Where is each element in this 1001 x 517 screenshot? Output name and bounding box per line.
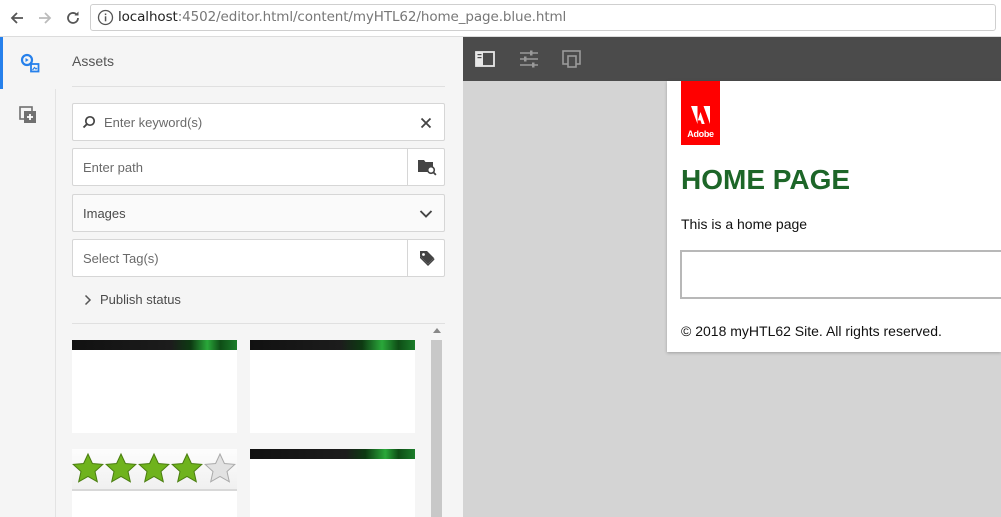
adobe-logo-text: Adobe (687, 129, 714, 139)
tags-icon (419, 251, 434, 266)
scrollbar[interactable] (431, 328, 443, 517)
chevron-right-icon (84, 294, 92, 305)
divider (72, 323, 445, 324)
side-rail (0, 37, 56, 517)
banner-image (72, 340, 237, 350)
url-text: localhost:4502/editor.html/content/myHTL… (118, 9, 566, 25)
back-button[interactable] (5, 6, 29, 30)
tags-field[interactable]: Select Tag(s) (72, 239, 445, 277)
sliders-icon (520, 50, 538, 68)
search-placeholder: Enter keyword(s) (104, 115, 203, 130)
adobe-logo: Adobe (681, 81, 720, 145)
publish-status-label: Publish status (100, 292, 181, 307)
star-rating-image (72, 449, 237, 491)
path-field[interactable]: Enter path (72, 148, 445, 186)
url-path: :4502/editor.html/content/myHTL62/home_p… (177, 9, 567, 25)
toggle-side-panel-button[interactable] (474, 48, 496, 70)
url-host: localhost (118, 9, 178, 25)
editor-toolbar (463, 37, 1001, 81)
reload-icon (67, 11, 79, 24)
page-title: HOME PAGE (681, 164, 851, 195)
asset-type-select[interactable]: Images (72, 194, 445, 232)
tag-picker-button[interactable] (407, 239, 445, 277)
page-preview[interactable]: Adobe HOME PAGE This is a home page © 20… (667, 81, 1001, 352)
address-bar[interactable]: localhost:4502/editor.html/content/myHTL… (90, 4, 996, 31)
arrow-right-icon (39, 12, 52, 24)
page-body-text: This is a home page (681, 216, 808, 232)
forward-button[interactable] (33, 6, 57, 30)
folder-search-icon (417, 160, 437, 176)
dropdown-toggle[interactable] (417, 205, 435, 223)
clear-button[interactable] (417, 114, 435, 132)
stars-icon (72, 453, 236, 483)
devices-icon (562, 50, 581, 68)
rail-item-components[interactable] (0, 89, 56, 141)
asset-thumbnail[interactable] (72, 449, 237, 517)
asset-type-value: Images (83, 206, 126, 221)
banner-image (250, 449, 415, 459)
chevron-down-icon (419, 210, 433, 218)
search-icon (82, 115, 96, 129)
banner-image (250, 340, 415, 350)
scroll-up-arrow[interactable] (433, 328, 441, 333)
reload-button[interactable] (61, 6, 85, 30)
rail-item-assets[interactable] (0, 37, 56, 89)
assets-panel: Assets Enter keyword(s) Enter path Image… (56, 37, 463, 517)
emulator-button[interactable] (561, 48, 583, 70)
asset-finder-icon (20, 53, 39, 73)
browser-toolbar: localhost:4502/editor.html/content/myHTL… (0, 0, 1001, 37)
publish-status-toggle[interactable]: Publish status (84, 292, 181, 307)
asset-thumbnail[interactable] (250, 340, 415, 433)
asset-thumbnail[interactable] (250, 449, 415, 517)
panel-title: Assets (72, 53, 115, 69)
info-icon[interactable] (97, 9, 114, 26)
path-browser-button[interactable] (407, 148, 445, 186)
components-icon (19, 106, 36, 123)
path-placeholder: Enter path (83, 160, 143, 175)
search-input[interactable]: Enter keyword(s) (72, 103, 445, 141)
page-footer: © 2018 myHTL62 Site. All rights reserved… (681, 323, 942, 339)
scrollbar-thumb[interactable] (431, 340, 442, 517)
component-placeholder[interactable] (680, 250, 1001, 299)
adobe-logo-icon (691, 106, 710, 124)
divider (72, 86, 445, 87)
asset-thumbnail[interactable] (72, 340, 237, 433)
side-panel-icon (475, 51, 495, 67)
close-icon (420, 117, 432, 129)
arrow-left-icon (10, 12, 23, 24)
page-properties-button[interactable] (518, 48, 540, 70)
editor-canvas: Adobe HOME PAGE This is a home page © 20… (463, 37, 1001, 517)
tags-placeholder: Select Tag(s) (83, 251, 159, 266)
